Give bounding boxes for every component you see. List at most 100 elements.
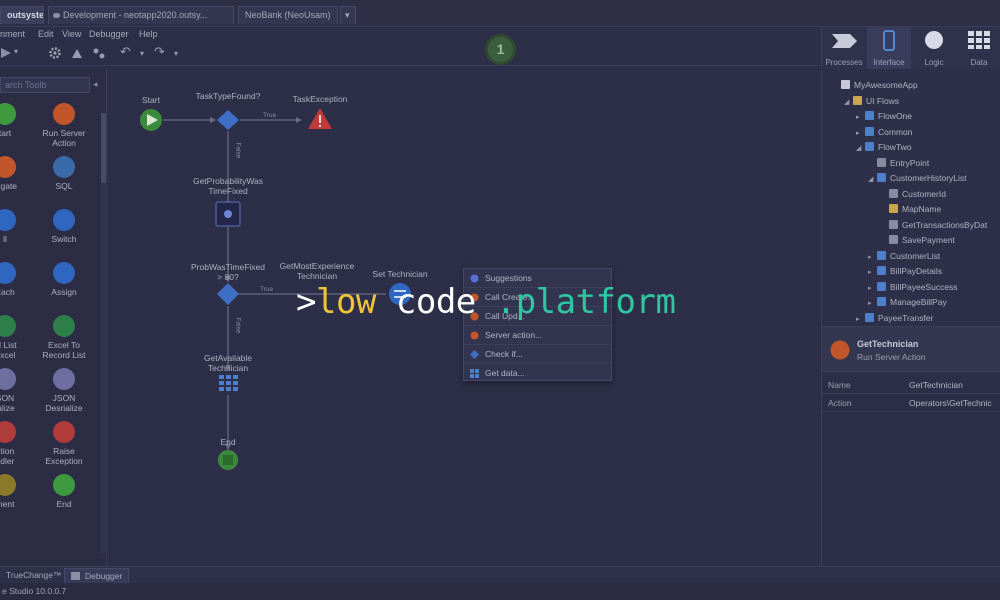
tool-icon [53,156,75,178]
properties-panel: GetTechnician Run Server Action Name Get… [821,326,1000,566]
expand-arrow-icon[interactable]: ▸ [856,313,865,327]
expand-arrow-icon[interactable]: ▸ [868,282,877,296]
tool-item[interactable]: tart [0,103,32,138]
menu-item-get-data[interactable]: Get data... [464,364,611,383]
tool-icon [53,262,75,284]
tab-debugger[interactable]: Debugger [64,568,130,583]
tree-node-icon [853,95,862,105]
tool-item[interactable]: Excel To Record List [37,315,91,360]
expand-arrow-icon[interactable]: ▸ [868,251,877,265]
redo-icon[interactable]: ↷ [154,45,165,59]
expand-arrow-icon[interactable]: ▸ [856,127,865,141]
edge-label-false: False [234,142,242,159]
tool-item[interactable]: Assign [37,262,91,297]
tree-item[interactable]: MapName [880,202,941,216]
tree-item[interactable]: ▸ BillPayDetails [868,264,942,278]
undo-dropdown-icon[interactable]: ▾ [140,47,144,61]
tab-processes[interactable]: Processes [822,27,866,69]
tool-label: Raise Exception [45,446,83,466]
scrollbar-thumb[interactable] [101,113,106,183]
link-icon[interactable] [92,46,106,60]
tree-item[interactable]: EntryPoint [868,156,929,170]
play-icon[interactable] [0,47,12,59]
expand-arrow-icon[interactable]: ◢ [868,173,877,187]
publish-icon[interactable] [70,46,84,60]
menu-help[interactable]: Help [139,29,158,39]
menu-item-server-action[interactable]: Server action... [464,326,611,345]
menu-item-check-if[interactable]: Check if... [464,345,611,364]
tool-label: End [56,499,72,509]
expand-arrow-icon[interactable]: ◢ [856,142,865,156]
tool-item[interactable]: Raise Exception [37,421,91,466]
expand-arrow-icon[interactable]: ◢ [844,96,853,110]
tree-item[interactable]: ▸ ManageBillPay [868,295,947,309]
tree-item[interactable]: SavePayment [880,233,955,247]
expand-arrow-icon[interactable]: ▸ [856,111,865,125]
tool-item[interactable]: Switch [37,209,91,244]
processes-icon [832,34,857,48]
task-type-found-decision[interactable] [217,110,239,130]
tree-item[interactable]: ▸ CustomerList [868,249,940,263]
tool-item[interactable]: Run Server Action [37,103,91,148]
brand-overlay-text: >low code .platform [296,280,676,324]
property-row-name[interactable]: Name GetTechnician [822,377,1000,394]
menu-view[interactable]: View [62,29,81,39]
tool-icon [53,209,75,231]
debugger-icon [71,572,80,580]
tool-item[interactable]: ll [0,209,32,244]
tool-item[interactable]: regate [0,156,32,191]
tree-node-icon [865,126,874,136]
module-tab[interactable]: NeoBank (NeoUsam) [238,6,338,24]
expand-arrow-icon[interactable]: ▸ [868,266,877,280]
tool-item[interactable]: End [37,474,91,509]
tool-item[interactable]: Each [0,262,32,297]
tree-item[interactable]: ◢ CustomerHistoryList [868,171,967,185]
tool-label: SON ialize [0,393,15,413]
menu-debugger[interactable]: Debugger [89,29,129,39]
tree-item[interactable]: MyAwesomeApp [832,78,918,92]
prob-decision[interactable] [217,283,239,305]
tree-item[interactable]: ▸ FlowOne [856,109,912,123]
gear-icon[interactable] [48,46,62,60]
tool-item[interactable]: rd List Excel [0,315,32,360]
tool-item[interactable]: SQL [37,156,91,191]
menu-edit[interactable]: Edit [38,29,54,39]
title-bar: outsystems Development - neotapp2020.out… [0,0,1000,27]
tool-item[interactable]: JSON Desrialize [37,368,91,413]
tree-item-label: CustomerList [890,250,941,261]
environment-tab[interactable]: Development - neotapp2020.outsy... [48,6,234,24]
tool-item[interactable]: SON ialize [0,368,32,413]
tree-item[interactable]: ▸ Common [856,125,912,139]
toolbox-scrollbar[interactable] [101,113,106,553]
tree-item[interactable]: CustomerId [880,187,946,201]
property-row-action[interactable]: Action Operators\GetTechnic [822,395,1000,412]
toolbox-search-input[interactable]: arch Toolb [0,77,90,93]
collapse-toolbox-icon[interactable]: ◂ [93,79,98,90]
tree-item[interactable]: ◢ FlowTwo [856,140,912,154]
tree-node-icon [877,157,886,167]
edge-label-true: True [263,112,277,119]
tab-dropdown-button[interactable]: ▾ [340,6,356,24]
menu-environment[interactable]: nment [0,29,25,39]
tab-logic[interactable]: Logic [912,27,956,69]
tool-icon [53,421,75,443]
tab-interface[interactable]: Interface [867,27,911,69]
tree-item[interactable]: ▸ BillPayeeSuccess [868,280,958,294]
tree-item[interactable]: ▸ PayeeTransfer [856,311,933,325]
undo-icon[interactable]: ↶ [120,45,131,59]
play-dropdown-icon[interactable]: ▾ [14,45,18,59]
redo-dropdown-icon[interactable]: ▾ [174,47,178,61]
tool-item[interactable]: ment [0,474,32,509]
prob-decision-label: ProbWasTimeFixed > 80? [191,262,265,282]
edge-label-false-2: False [234,317,242,334]
tree-item[interactable]: ◢ UI Flows [844,94,899,108]
overlay-low: low [315,282,376,322]
tree-item[interactable]: GetTransactionsByDat [880,218,987,232]
brand-tab[interactable]: outsystems [0,6,44,24]
step-badge[interactable]: 1 [485,34,516,65]
expand-arrow-icon[interactable]: ▸ [868,297,877,311]
get-available-node[interactable] [219,375,238,391]
tab-data[interactable]: Data [957,27,1000,69]
tool-item[interactable]: ption ndler [0,421,32,466]
tab-truechange[interactable]: TrueChange™ [0,568,67,583]
